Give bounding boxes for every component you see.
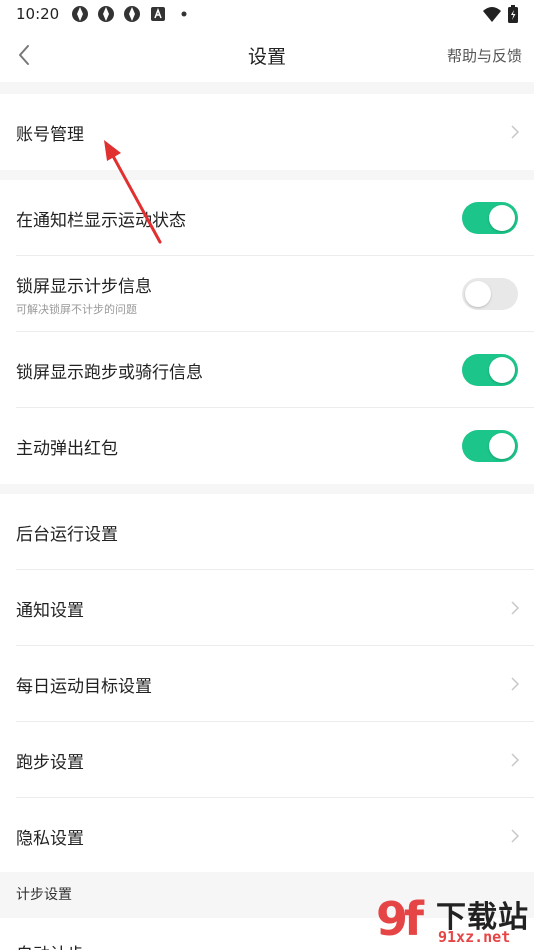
chevron-right-icon bbox=[511, 753, 520, 767]
toggle-row-notification-status[interactable]: 在通知栏显示运动状态 bbox=[0, 180, 534, 256]
settings-row-notification[interactable]: 通知设置 bbox=[0, 570, 534, 646]
navbar: 设置 帮助与反馈 bbox=[0, 28, 534, 82]
chevron-right-icon bbox=[511, 677, 520, 691]
toggle-label: 锁屏显示计步信息 bbox=[16, 276, 152, 297]
settings-label: 通知设置 bbox=[16, 600, 84, 621]
red-packet-switch[interactable] bbox=[462, 430, 518, 462]
chevron-right-icon bbox=[511, 601, 520, 615]
toggle-label: 主动弹出红包 bbox=[16, 438, 118, 459]
notification-status-switch[interactable] bbox=[462, 202, 518, 234]
chevron-right-icon bbox=[511, 125, 520, 139]
settings-label: 隐私设置 bbox=[16, 828, 84, 849]
app-notification-icon bbox=[98, 6, 115, 22]
toggle-row-lockscreen-run-ride[interactable]: 锁屏显示跑步或骑行信息 bbox=[0, 332, 534, 408]
account-management-row[interactable]: 账号管理 bbox=[0, 94, 534, 170]
toggle-label: 锁屏显示跑步或骑行信息 bbox=[16, 362, 203, 383]
font-notification-icon bbox=[151, 7, 166, 21]
switch-knob bbox=[489, 205, 515, 231]
settings-row-background-run[interactable]: 后台运行设置 bbox=[0, 494, 534, 570]
wifi-icon bbox=[483, 7, 501, 22]
status-time: 10:20 bbox=[16, 5, 60, 23]
app-notification-icon bbox=[72, 6, 89, 22]
lockscreen-run-ride-switch[interactable] bbox=[462, 354, 518, 386]
settings-section: 后台运行设置 通知设置 每日运动目标设置 跑步设置 隐私设置 bbox=[0, 494, 534, 874]
dot-icon bbox=[181, 11, 187, 17]
switch-knob bbox=[489, 357, 515, 383]
settings-label: 后台运行设置 bbox=[16, 524, 118, 545]
settings-row-privacy[interactable]: 隐私设置 bbox=[0, 798, 534, 874]
battery-icon bbox=[508, 5, 518, 23]
status-bar: 10:20 bbox=[0, 0, 534, 28]
settings-row-running[interactable]: 跑步设置 bbox=[0, 722, 534, 798]
toggle-section: 在通知栏显示运动状态 锁屏显示计步信息 可解决锁屏不计步的问题 锁屏显示跑步或骑… bbox=[0, 180, 534, 484]
watermark-logo: 9f bbox=[376, 892, 424, 946]
toggle-row-red-packet[interactable]: 主动弹出红包 bbox=[0, 408, 534, 484]
watermark: 9f 下载站 91xz.net bbox=[374, 888, 534, 950]
toggle-sublabel: 可解决锁屏不计步的问题 bbox=[16, 302, 137, 316]
switch-knob bbox=[489, 433, 515, 459]
help-feedback-link[interactable]: 帮助与反馈 bbox=[447, 45, 522, 66]
toggle-row-lockscreen-steps[interactable]: 锁屏显示计步信息 可解决锁屏不计步的问题 bbox=[0, 256, 534, 332]
account-section: 账号管理 bbox=[0, 94, 534, 170]
switch-knob bbox=[465, 281, 491, 307]
lockscreen-steps-switch[interactable] bbox=[462, 278, 518, 310]
chevron-right-icon bbox=[511, 829, 520, 843]
settings-label: 每日运动目标设置 bbox=[16, 676, 152, 697]
app-notification-icon bbox=[124, 6, 141, 22]
account-management-label: 账号管理 bbox=[16, 124, 84, 145]
watermark-url: 91xz.net bbox=[438, 928, 511, 946]
settings-row-daily-goal[interactable]: 每日运动目标设置 bbox=[0, 646, 534, 722]
settings-label: 自动计步 bbox=[16, 940, 84, 950]
settings-label: 跑步设置 bbox=[16, 752, 84, 773]
toggle-label: 在通知栏显示运动状态 bbox=[16, 210, 186, 231]
